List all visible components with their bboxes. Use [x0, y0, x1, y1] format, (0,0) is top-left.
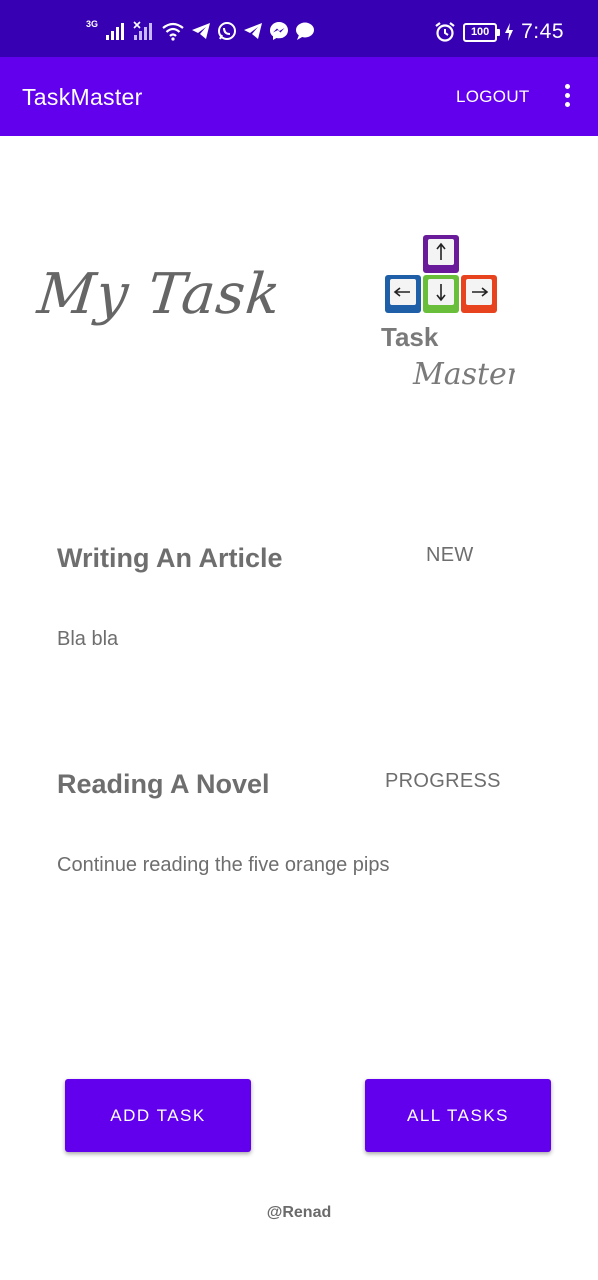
messenger-icon: [270, 22, 289, 40]
chat-icon: [296, 22, 315, 40]
taskmaster-logo: Task Master: [381, 235, 515, 392]
task-title: Writing An Article: [57, 543, 283, 573]
app-title: TaskMaster: [22, 84, 143, 110]
task-title: Reading A Novel: [57, 769, 270, 799]
wifi-icon: [162, 22, 184, 41]
signal-icon: [106, 23, 125, 40]
whatsapp-icon: [218, 22, 237, 40]
telegram-icon: [244, 23, 263, 39]
app-bar: TaskMaster LOGOUT: [0, 57, 598, 136]
logo-word-master: Master: [412, 357, 515, 392]
no-signal-icon: [133, 21, 153, 40]
footer-username: @Renad: [266, 1204, 332, 1221]
network-type-label: 3G: [86, 19, 99, 29]
status-right-icons: 100 7:45: [434, 20, 564, 44]
alarm-icon: [435, 22, 455, 42]
page-heading: My Task: [34, 262, 285, 327]
task-state: NEW: [426, 544, 474, 566]
logo-word-task: Task: [381, 322, 439, 352]
task-body: Continue reading the five orange pips: [57, 854, 390, 876]
status-bar: 3G 100 7:45: [0, 0, 598, 57]
status-time: 7:45: [521, 20, 564, 43]
charging-icon: [505, 23, 514, 41]
logout-button[interactable]: LOGOUT: [456, 87, 530, 107]
all-tasks-button[interactable]: ALL TASKS: [365, 1079, 551, 1152]
more-vert-icon[interactable]: [557, 84, 577, 110]
status-left-icons: 3G: [86, 19, 315, 42]
task-body: Bla bla: [57, 628, 119, 650]
telegram-icon: [192, 23, 211, 39]
add-task-button[interactable]: ADD TASK: [65, 1079, 251, 1152]
battery-icon: 100: [463, 22, 501, 42]
task-state: PROGRESS: [385, 770, 501, 792]
